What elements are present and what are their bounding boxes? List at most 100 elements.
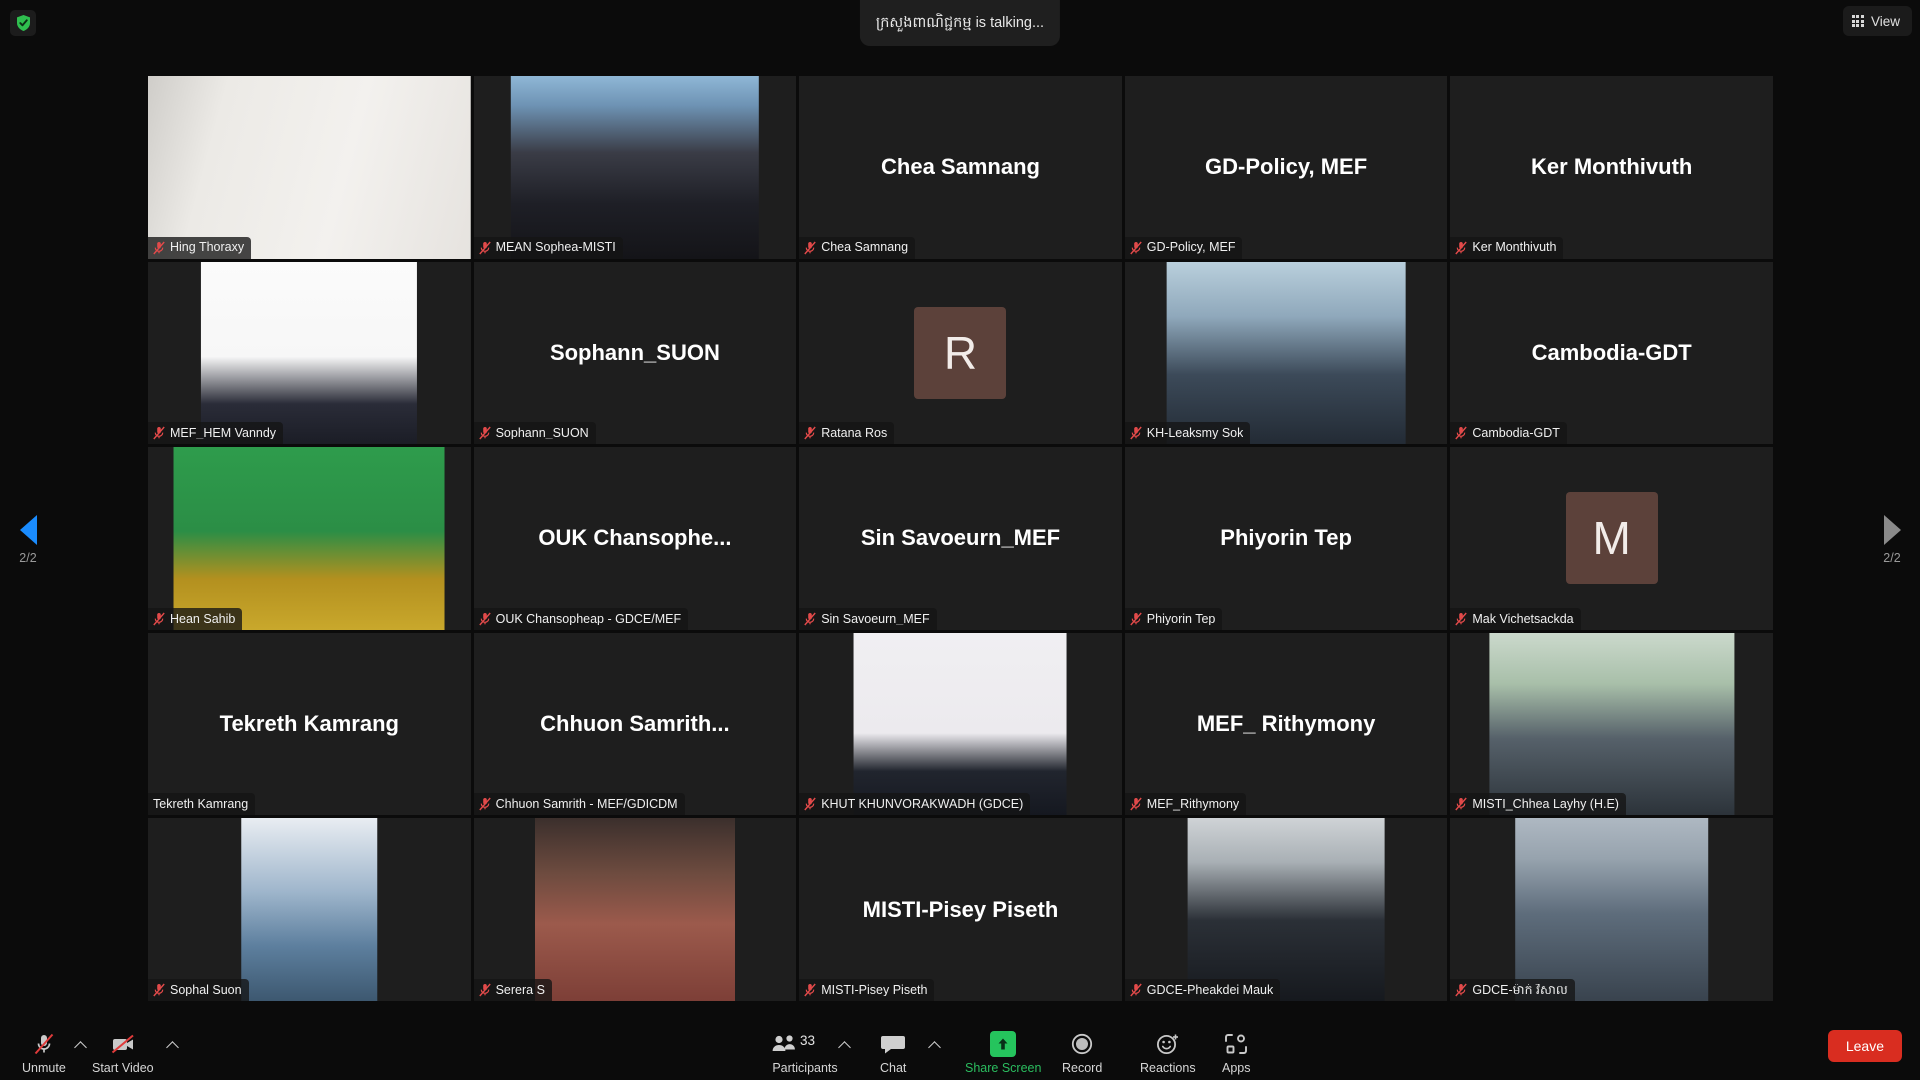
participant-name-bar: MISTI-Pisey Piseth xyxy=(799,979,935,1001)
participant-tile[interactable]: Cambodia-GDT Cambodia-GDT xyxy=(1450,261,1773,445)
participant-display-name: Tekreth Kamrang xyxy=(219,711,399,737)
grid-icon xyxy=(1851,14,1864,28)
participant-name-label: Sophal Suon xyxy=(170,983,242,997)
next-page-button[interactable]: 2/2 xyxy=(1864,515,1920,565)
apps-icon xyxy=(1223,1031,1249,1057)
apps-label: Apps xyxy=(1222,1060,1251,1075)
record-circle-icon xyxy=(1070,1031,1094,1057)
participant-name-label: GD-Policy, MEF xyxy=(1146,241,1236,254)
participant-tile[interactable]: M Mak Vichetsackda xyxy=(1450,447,1773,630)
participants-count: 33 xyxy=(800,1032,816,1048)
participant-name-label: Serera S xyxy=(495,983,545,997)
microphone-muted-icon xyxy=(1130,797,1142,811)
participant-name-bar: KH-Leaksmy Sok xyxy=(1124,422,1251,445)
participant-tile[interactable]: Phiyorin Tep Phiyorin Tep xyxy=(1124,447,1448,630)
participant-tile[interactable]: KHUT KHUNVORAKWADH (GDCE) xyxy=(799,632,1122,816)
participant-video xyxy=(854,632,1067,816)
participant-tile[interactable]: OUK Chansophe... OUK Chansopheap - GDCE/… xyxy=(473,447,797,630)
participants-icon: 33 xyxy=(770,1031,840,1057)
participant-video xyxy=(148,76,471,259)
video-options-caret[interactable] xyxy=(166,1038,180,1052)
record-label: Record xyxy=(1062,1060,1103,1075)
participant-name-bar: MISTI_Chhea Layhy (H.E) xyxy=(1450,793,1626,816)
unmute-label: Unmute xyxy=(22,1060,66,1075)
participant-name-bar: Chhuon Samrith - MEF/GDICDM xyxy=(473,793,685,816)
chat-button[interactable]: Chat xyxy=(880,1018,906,1074)
participants-button[interactable]: 33 Participants xyxy=(770,1018,840,1074)
microphone-muted-icon xyxy=(1130,426,1142,440)
start-video-button[interactable]: Start Video xyxy=(92,1018,154,1074)
participant-video xyxy=(1187,818,1385,1001)
top-bar: ក្រសួងពាណិជ្ជកម្ម is talking... View xyxy=(0,0,1920,48)
participants-options-caret[interactable] xyxy=(838,1038,852,1052)
participant-tile[interactable]: GD-Policy, MEF GD-Policy, MEF xyxy=(1124,76,1448,259)
participant-tile[interactable]: GDCE-ម៉ាក់ វិសាល xyxy=(1450,818,1773,1001)
share-screen-button[interactable]: Share Screen xyxy=(965,1018,1041,1074)
participant-tile[interactable]: Sophann_SUON Sophann_SUON xyxy=(473,261,797,445)
avatar: M xyxy=(1565,492,1658,585)
active-speaker-banner: ក្រសួងពាណិជ្ជកម្ម is talking... xyxy=(859,0,1061,46)
view-button[interactable]: View xyxy=(1842,6,1912,36)
participant-name-label: Mak Vichetsackda xyxy=(1472,612,1574,626)
microphone-muted-icon xyxy=(153,426,165,440)
encryption-shield-icon[interactable] xyxy=(10,10,36,36)
participant-tile[interactable]: Chea Samnang Chea Samnang xyxy=(799,76,1122,259)
participant-name-label: MISTI_Chhea Layhy (H.E) xyxy=(1472,798,1619,811)
record-button[interactable]: Record xyxy=(1062,1018,1102,1074)
camera-off-icon xyxy=(109,1031,137,1057)
participant-video xyxy=(510,76,760,259)
chat-label: Chat xyxy=(880,1060,907,1075)
microphone-muted-icon xyxy=(804,797,816,811)
participant-name-bar: GDCE-ម៉ាក់ វិសាល xyxy=(1450,979,1575,1001)
reactions-button[interactable]: Reactions xyxy=(1140,1018,1196,1074)
audio-options-caret[interactable] xyxy=(74,1038,88,1052)
unmute-button[interactable]: Unmute xyxy=(22,1018,66,1074)
chevron-left-icon xyxy=(19,515,37,545)
participant-name-label: MEF_Rithymony xyxy=(1146,798,1240,811)
participant-gallery: Hing Thoraxy MEAN Sophea-MISTI Chea Samn… xyxy=(148,76,1773,1001)
participant-tile[interactable]: Hean Sahib xyxy=(148,447,471,630)
participant-tile[interactable]: Ker Monthivuth Ker Monthivuth xyxy=(1450,76,1773,259)
participant-display-name: OUK Chansophe... xyxy=(538,525,732,551)
chat-bubble-icon xyxy=(880,1031,906,1057)
view-button-label: View xyxy=(1870,13,1900,29)
participant-display-name: Phiyorin Tep xyxy=(1220,525,1352,551)
participant-name-label: Tekreth Kamrang xyxy=(153,798,249,811)
participant-display-name: Cambodia-GDT xyxy=(1531,339,1692,365)
participant-tile[interactable]: R Ratana Ros xyxy=(799,261,1122,445)
participant-name-label: GDCE-Pheakdei Mauk xyxy=(1146,983,1274,997)
participant-tile[interactable]: MISTI-Pisey Piseth MISTI-Pisey Piseth xyxy=(799,818,1122,1001)
participant-name-label: MEF_HEM Vanndy xyxy=(170,426,277,440)
participant-name-bar: Sophal Suon xyxy=(148,979,249,1001)
participant-tile[interactable]: Sophal Suon xyxy=(148,818,471,1001)
participant-display-name: Chhuon Samrith... xyxy=(540,711,730,737)
participant-display-name: Ker Monthivuth xyxy=(1531,154,1693,180)
participant-tile[interactable]: Tekreth Kamrang Tekreth Kamrang xyxy=(148,632,471,816)
participant-tile[interactable]: Serera S xyxy=(473,818,797,1001)
chat-options-caret[interactable] xyxy=(928,1038,942,1052)
participant-name-label: Ratana Ros xyxy=(821,426,888,440)
participant-tile[interactable]: MEF_HEM Vanndy xyxy=(148,261,471,445)
reactions-label: Reactions xyxy=(1140,1060,1196,1075)
apps-button[interactable]: Apps xyxy=(1222,1018,1251,1074)
participant-tile[interactable]: Chhuon Samrith... Chhuon Samrith - MEF/G… xyxy=(473,632,797,816)
participant-display-name: Sophann_SUON xyxy=(549,339,720,365)
participant-tile[interactable]: MISTI_Chhea Layhy (H.E) xyxy=(1450,632,1773,816)
participant-display-name: Chea Samnang xyxy=(881,154,1040,180)
participant-tile[interactable]: MEAN Sophea-MISTI xyxy=(473,76,797,259)
participant-name-label: GDCE-ម៉ាក់ វិសាល xyxy=(1472,983,1568,997)
leave-button[interactable]: Leave xyxy=(1827,1030,1902,1062)
participant-tile[interactable]: Sin Savoeurn_MEF Sin Savoeurn_MEF xyxy=(799,447,1122,630)
microphone-muted-icon xyxy=(1455,426,1468,440)
reactions-smiley-icon xyxy=(1155,1031,1181,1057)
microphone-muted-icon xyxy=(31,1031,57,1057)
participant-tile[interactable]: Hing Thoraxy xyxy=(148,76,471,259)
participant-name-bar: KHUT KHUNVORAKWADH (GDCE) xyxy=(799,793,1031,816)
participant-tile[interactable]: GDCE-Pheakdei Mauk xyxy=(1124,818,1448,1001)
participant-name-label: KHUT KHUNVORAKWADH (GDCE) xyxy=(821,798,1024,811)
previous-page-button[interactable]: 2/2 xyxy=(0,515,56,565)
participant-tile[interactable]: MEF_ Rithymony MEF_Rithymony xyxy=(1124,632,1448,816)
participant-tile[interactable]: KH-Leaksmy Sok xyxy=(1124,261,1448,445)
participant-name-bar: Phiyorin Tep xyxy=(1124,607,1223,630)
microphone-muted-icon xyxy=(1130,612,1142,626)
